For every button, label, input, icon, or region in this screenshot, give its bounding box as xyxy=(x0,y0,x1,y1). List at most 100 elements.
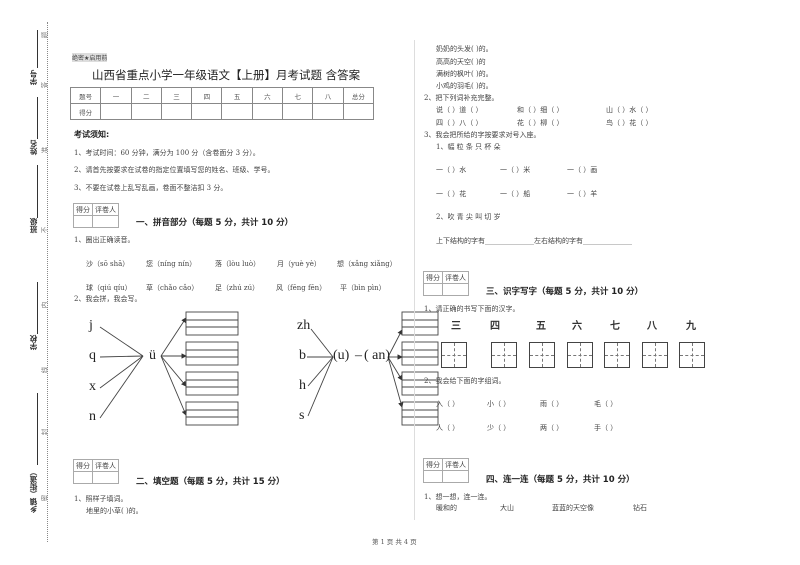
sub-question-text: 2、吹 青 尖 叫 切 岁 xyxy=(436,213,501,221)
pinyin-choice[interactable]: 草（chǎo cǎo） xyxy=(146,283,198,293)
margin-underline xyxy=(37,97,38,139)
fill-measure-word[interactable]: 一（ ）花 xyxy=(436,189,466,199)
score-input-cell[interactable] xyxy=(282,103,314,120)
seal-char: 封 xyxy=(40,428,49,436)
score-input-cell[interactable] xyxy=(160,103,193,120)
word-fill[interactable]: 小（ ） xyxy=(487,399,510,409)
question-text: 1、圈出正确读音。 xyxy=(74,236,135,244)
fill-item[interactable]: 高高的天空( )的 xyxy=(436,57,486,67)
match-word[interactable]: 大山 xyxy=(500,503,514,513)
connector-line xyxy=(99,355,144,389)
question-text: 1、请正确的书写下面的汉字。 xyxy=(424,305,520,313)
arrow-line xyxy=(160,355,187,416)
grader-reviewer-cell[interactable] xyxy=(442,283,469,296)
fill-measure-word[interactable]: 一（ ）水 xyxy=(436,165,466,175)
model-char: 六 xyxy=(572,321,582,332)
fill-measure-word[interactable]: 一（ ）画 xyxy=(567,165,597,175)
writing-box-group xyxy=(401,311,439,426)
score-cell: 一 xyxy=(100,87,132,104)
score-input-cell[interactable] xyxy=(251,103,284,120)
writing-grid-box[interactable] xyxy=(529,342,555,368)
model-char: 四 xyxy=(490,321,500,332)
score-cell: 总分 xyxy=(342,87,375,104)
writing-grid-box[interactable] xyxy=(491,342,517,368)
pinyin-choice[interactable]: 沙（sō shā） xyxy=(86,259,129,269)
match-word[interactable]: 蓝蓝的天空像 xyxy=(552,503,594,513)
seal-char: 题 xyxy=(40,31,49,39)
match-word[interactable]: 钻石 xyxy=(633,503,647,513)
score-table-score-row: 得分 xyxy=(69,103,375,120)
sub-question-text: 1、幅 粒 条 只 杯 朵 xyxy=(436,143,501,151)
word-fill[interactable]: 雨（ ） xyxy=(540,399,563,409)
model-char: 三 xyxy=(451,321,461,332)
score-input-cell[interactable] xyxy=(221,103,253,120)
word-fill[interactable]: 少（ ） xyxy=(487,423,510,433)
grader-score-cell[interactable] xyxy=(73,471,93,484)
dash: – xyxy=(355,348,362,363)
writing-grid-box[interactable] xyxy=(441,342,467,368)
score-input-cell[interactable] xyxy=(191,103,223,120)
writing-grid-box[interactable] xyxy=(679,342,705,368)
section-1-title: 一、拼音部分（每题 5 分，共计 10 分） xyxy=(136,218,294,228)
score-input-cell[interactable] xyxy=(100,103,132,120)
fill-word[interactable]: 和（ ）细（ ） xyxy=(517,105,563,115)
connector-line xyxy=(99,355,144,419)
pinyin-choice[interactable]: 月（yuè yè） xyxy=(277,259,321,269)
score-input-cell[interactable] xyxy=(342,103,375,120)
seal-char: 线 xyxy=(40,366,49,374)
fill-word[interactable]: 花（ ）柳（ ） xyxy=(517,118,563,128)
match-word[interactable]: 暖和的 xyxy=(436,503,457,513)
writing-grid-box[interactable] xyxy=(642,342,668,368)
fill-measure-word[interactable]: 一（ ）羊 xyxy=(567,189,597,199)
grader-score-cell[interactable] xyxy=(423,283,443,296)
notice-heading: 考试须知: xyxy=(74,130,110,139)
column-divider xyxy=(414,40,415,520)
fill-item[interactable]: 奶奶的头发( )的。 xyxy=(436,44,493,54)
score-input-cell[interactable] xyxy=(130,103,162,120)
score-cell: 二 xyxy=(130,87,162,104)
grader-reviewer-label: 评卷人 xyxy=(92,459,119,472)
grader-box: 得分 评卷人 xyxy=(73,459,119,484)
seal-char: 答 xyxy=(40,81,49,89)
margin-underline xyxy=(37,165,38,218)
grader-reviewer-cell[interactable] xyxy=(92,215,119,228)
fill-word[interactable]: 四（ ）八（ ） xyxy=(436,118,482,128)
score-table: 题号 一 二 三 四 五 六 七 八 总分 得分 xyxy=(69,87,375,120)
pinyin-choice[interactable]: 想（xǎng xiǎng） xyxy=(337,259,397,269)
fill-item[interactable]: 小鸡的羽毛( )的。 xyxy=(436,81,493,91)
score-cell: 四 xyxy=(191,87,223,104)
fill-item[interactable]: 满树的枫叶( )的。 xyxy=(436,69,493,79)
pinyin-choice[interactable]: 风（fēng fēn） xyxy=(276,283,326,293)
arrow-line xyxy=(387,356,404,408)
fill-word[interactable]: 说（ ）道（ ） xyxy=(436,105,482,115)
writing-grid-box[interactable] xyxy=(604,342,630,368)
word-fill[interactable]: 入（ ） xyxy=(436,399,459,409)
structure-fill[interactable]: 上下结构的字有______________左右结构的字有____________… xyxy=(436,236,632,246)
grader-score-cell[interactable] xyxy=(423,470,443,483)
fill-item[interactable]: 地里的小草( )的。 xyxy=(86,506,143,516)
initial-letter: x xyxy=(89,379,96,394)
fill-measure-word[interactable]: 一（ ）米 xyxy=(500,165,530,175)
word-fill[interactable]: 毛（ ） xyxy=(594,399,617,409)
fill-word[interactable]: 山（ ）水（ ） xyxy=(606,105,652,115)
pinyin-choice[interactable]: 您（níng nín） xyxy=(146,259,196,269)
pinyin-choice[interactable]: 平（bìn pìn） xyxy=(340,283,386,293)
fill-measure-word[interactable]: 一（ ）船 xyxy=(500,189,530,199)
initial-letter: q xyxy=(89,348,96,363)
pinyin-choice[interactable]: 足（zhú zú） xyxy=(215,283,259,293)
word-fill[interactable]: 人（ ） xyxy=(436,423,459,433)
question-text: 3、我会把所给的字按要求对号入座。 xyxy=(424,131,541,139)
word-fill[interactable]: 手（ ） xyxy=(594,423,617,433)
fill-word[interactable]: 鸟（ ）花（ ） xyxy=(606,118,652,128)
pinyin-choice[interactable]: 球（qiú qíu） xyxy=(86,283,132,293)
word-fill[interactable]: 两（ ） xyxy=(540,423,563,433)
score-cell: 五 xyxy=(221,87,253,104)
grader-reviewer-cell[interactable] xyxy=(442,470,469,483)
grader-reviewer-cell[interactable] xyxy=(92,471,119,484)
section-2-title: 二、填空题（每题 5 分，共计 15 分） xyxy=(136,477,285,487)
pinyin-choice[interactable]: 落（lòu luò） xyxy=(215,259,260,269)
score-input-cell[interactable] xyxy=(312,103,344,120)
initial-letter: b xyxy=(299,348,306,363)
writing-grid-box[interactable] xyxy=(567,342,593,368)
grader-score-cell[interactable] xyxy=(73,215,93,228)
